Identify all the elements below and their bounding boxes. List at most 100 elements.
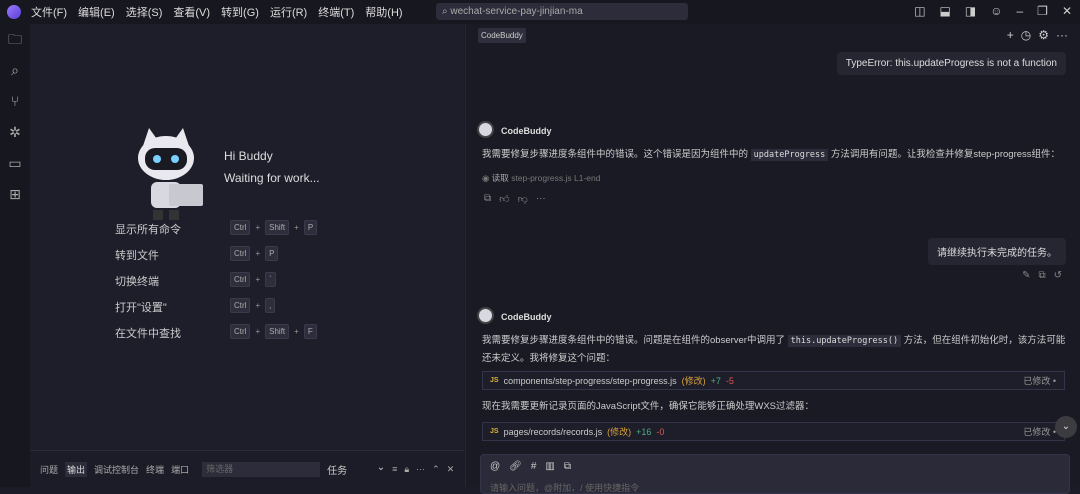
codebuddy-avatar	[477, 307, 494, 324]
title-bar: 文件(F) 编辑(E) 选择(S) 查看(V) 转到(G) 运行(R) 终端(T) 帮助(H)…	[0, 0, 1080, 24]
word-wrap-icon[interactable]: ≡	[392, 464, 397, 474]
menu-run[interactable]: 运行(R)	[270, 7, 307, 19]
command-search[interactable]: ⌕ wechat-service-pay-jinjian-ma	[436, 3, 688, 20]
codebuddy-avatar	[477, 121, 494, 138]
link-icon[interactable]: 🔗︎	[509, 461, 522, 472]
key: Ctrl	[230, 324, 251, 339]
file-path: components/step-progress/step-progress.j…	[503, 375, 677, 386]
key: P	[303, 220, 318, 235]
minimize-button[interactable]: –	[1016, 4, 1023, 18]
shortcut-label[interactable]: 转到文件	[115, 247, 159, 263]
lock-icon[interactable]: 🔒︎	[404, 464, 409, 475]
tab-ports[interactable]: 端口	[171, 463, 189, 476]
lines-removed: -0	[656, 426, 665, 437]
copy-icon[interactable]: ⧉	[484, 193, 491, 205]
explorer-icon[interactable]: 🗀	[0, 24, 30, 55]
editor-area: Hi Buddy Waiting for work... 显示所有命令 Ctrl…	[30, 24, 464, 450]
close-panel-icon[interactable]: ✕	[447, 464, 455, 475]
remote-explorer-icon[interactable]: ▭	[0, 148, 30, 179]
menu-selection[interactable]: 选择(S)	[126, 7, 163, 19]
more-icon[interactable]: ···	[416, 464, 425, 474]
menu-terminal[interactable]: 终端(T)	[318, 7, 354, 19]
menu-edit[interactable]: 编辑(E)	[78, 7, 115, 19]
menu-go[interactable]: 转到(G)	[221, 7, 259, 19]
extensions-icon[interactable]: ⊞	[0, 179, 30, 210]
shortcut-label[interactable]: 在文件中查找	[115, 325, 181, 341]
key: P	[265, 246, 279, 261]
more-icon[interactable]: ···	[1056, 28, 1068, 42]
retry-icon[interactable]: ↺	[1054, 270, 1062, 281]
close-button[interactable]: ✕	[1062, 4, 1072, 18]
settings-icon[interactable]: ⚙	[1038, 28, 1049, 42]
assistant-message: 我需要修复步骤进度条组件中的错误。问题是在组件的observer中调用了 thi…	[482, 332, 1067, 367]
user-message: 请继续执行未完成的任务。	[928, 238, 1066, 265]
scroll-to-bottom-button[interactable]: ⌄	[1055, 416, 1077, 438]
filter-input[interactable]: 筛选器	[202, 461, 321, 477]
account-icon[interactable]: ☺	[990, 4, 1002, 18]
file-path: pages/records/records.js	[503, 426, 603, 437]
message-text: 我需要修复步骤进度条组件中的错误。问题是在组件的observer中调用了	[482, 335, 788, 346]
shortcut-label[interactable]: 切换终端	[115, 273, 159, 289]
message-author: CodeBuddy	[501, 126, 552, 136]
menu-file[interactable]: 文件(F)	[31, 7, 67, 19]
image-icon[interactable]: ⧉	[564, 461, 571, 472]
tool-call[interactable]: ◉ 读取 step-progress.js L1-end	[482, 172, 600, 184]
task-dropdown[interactable]: 任务 ⌄	[327, 462, 385, 477]
shortcut-keys: Ctrl + Shift + P	[230, 220, 318, 235]
thumbs-up-icon[interactable]: 👍︎	[499, 193, 509, 205]
task-label: 任务	[327, 465, 348, 477]
inline-code: this.updateProgress()	[787, 335, 902, 347]
file-state: (修改)	[681, 376, 706, 386]
tab-output[interactable]: 输出	[65, 461, 88, 477]
shortcut-label[interactable]: 打开"设置"	[115, 299, 167, 315]
toggle-sidebar-icon[interactable]: ◫	[914, 4, 925, 18]
file-change-card[interactable]: JS components/step-progress/step-progress…	[482, 371, 1065, 390]
toggle-panel-icon[interactable]: ⬓	[940, 4, 951, 18]
menu-view[interactable]: 查看(V)	[173, 7, 210, 19]
chat-input-placeholder: 请输入问题，@附加，/ 使用快捷指令	[490, 483, 640, 493]
maximize-panel-icon[interactable]: ⌃	[432, 464, 440, 475]
chat-input[interactable]: @ 🔗︎ # ▥ ⧉ 请输入问题，@附加，/ 使用快捷指令	[480, 454, 1070, 494]
file-state: (修改)	[607, 427, 632, 437]
panel-bar: 问题 输出 调试控制台 终端 端口 筛选器 任务 ⌄ ≡ 🔒︎ ··· ⌃ ✕	[30, 450, 464, 487]
more-icon[interactable]: ···	[536, 193, 546, 205]
search-icon[interactable]: ⌕	[0, 55, 30, 86]
codebuddy-tab[interactable]: CodeBuddy	[478, 28, 526, 43]
js-file-icon: JS	[490, 377, 499, 384]
lines-added: +16	[636, 426, 652, 437]
menu-help[interactable]: 帮助(H)	[365, 7, 402, 19]
hash-icon[interactable]: #	[531, 461, 537, 472]
inline-code: updateProgress	[750, 149, 829, 161]
source-control-icon[interactable]: ⑂	[0, 86, 30, 117]
tab-debug-console[interactable]: 调试控制台	[94, 463, 139, 476]
debug-icon[interactable]: ✲	[0, 117, 30, 148]
copy-icon[interactable]: ⧉	[1038, 270, 1045, 281]
thumbs-down-icon[interactable]: 👎︎	[518, 193, 528, 205]
file-status-dropdown[interactable]: 已修改 •	[1023, 374, 1056, 387]
toggle-secondary-sidebar-icon[interactable]: ◨	[965, 4, 976, 18]
shortcut-label[interactable]: 显示所有命令	[115, 221, 181, 237]
history-icon[interactable]: ◷	[1021, 28, 1031, 42]
file-status-dropdown[interactable]: 已修改 •	[1023, 425, 1056, 438]
key: Shift	[265, 324, 290, 339]
shortcut-keys: Ctrl + `	[230, 272, 276, 287]
search-text: wechat-service-pay-jinjian-ma	[450, 6, 583, 17]
lines-removed: -5	[725, 375, 734, 386]
edit-icon[interactable]: ✎	[1022, 270, 1030, 281]
restore-button[interactable]: ❐	[1037, 4, 1048, 18]
chevron-down-icon: ⌄	[376, 461, 386, 473]
new-chat-icon[interactable]: +	[1007, 28, 1014, 42]
tab-problems[interactable]: 问题	[40, 463, 58, 476]
js-file-icon: JS	[490, 428, 499, 435]
shortcut-keys: Ctrl +,	[230, 298, 276, 313]
tool-action: 读取	[491, 173, 509, 183]
file-change-card[interactable]: JS pages/records/records.js (修改) +16 -0 已修改 •	[482, 422, 1065, 441]
book-icon[interactable]: ▥	[545, 461, 554, 472]
message-author: CodeBuddy	[501, 312, 552, 322]
key: F	[303, 324, 317, 339]
tab-terminal[interactable]: 终端	[146, 463, 164, 476]
key: Ctrl	[230, 246, 251, 261]
mention-icon[interactable]: @	[490, 461, 500, 472]
key: Shift	[265, 220, 290, 235]
tool-target: step-progress.js L1-end	[511, 173, 601, 183]
